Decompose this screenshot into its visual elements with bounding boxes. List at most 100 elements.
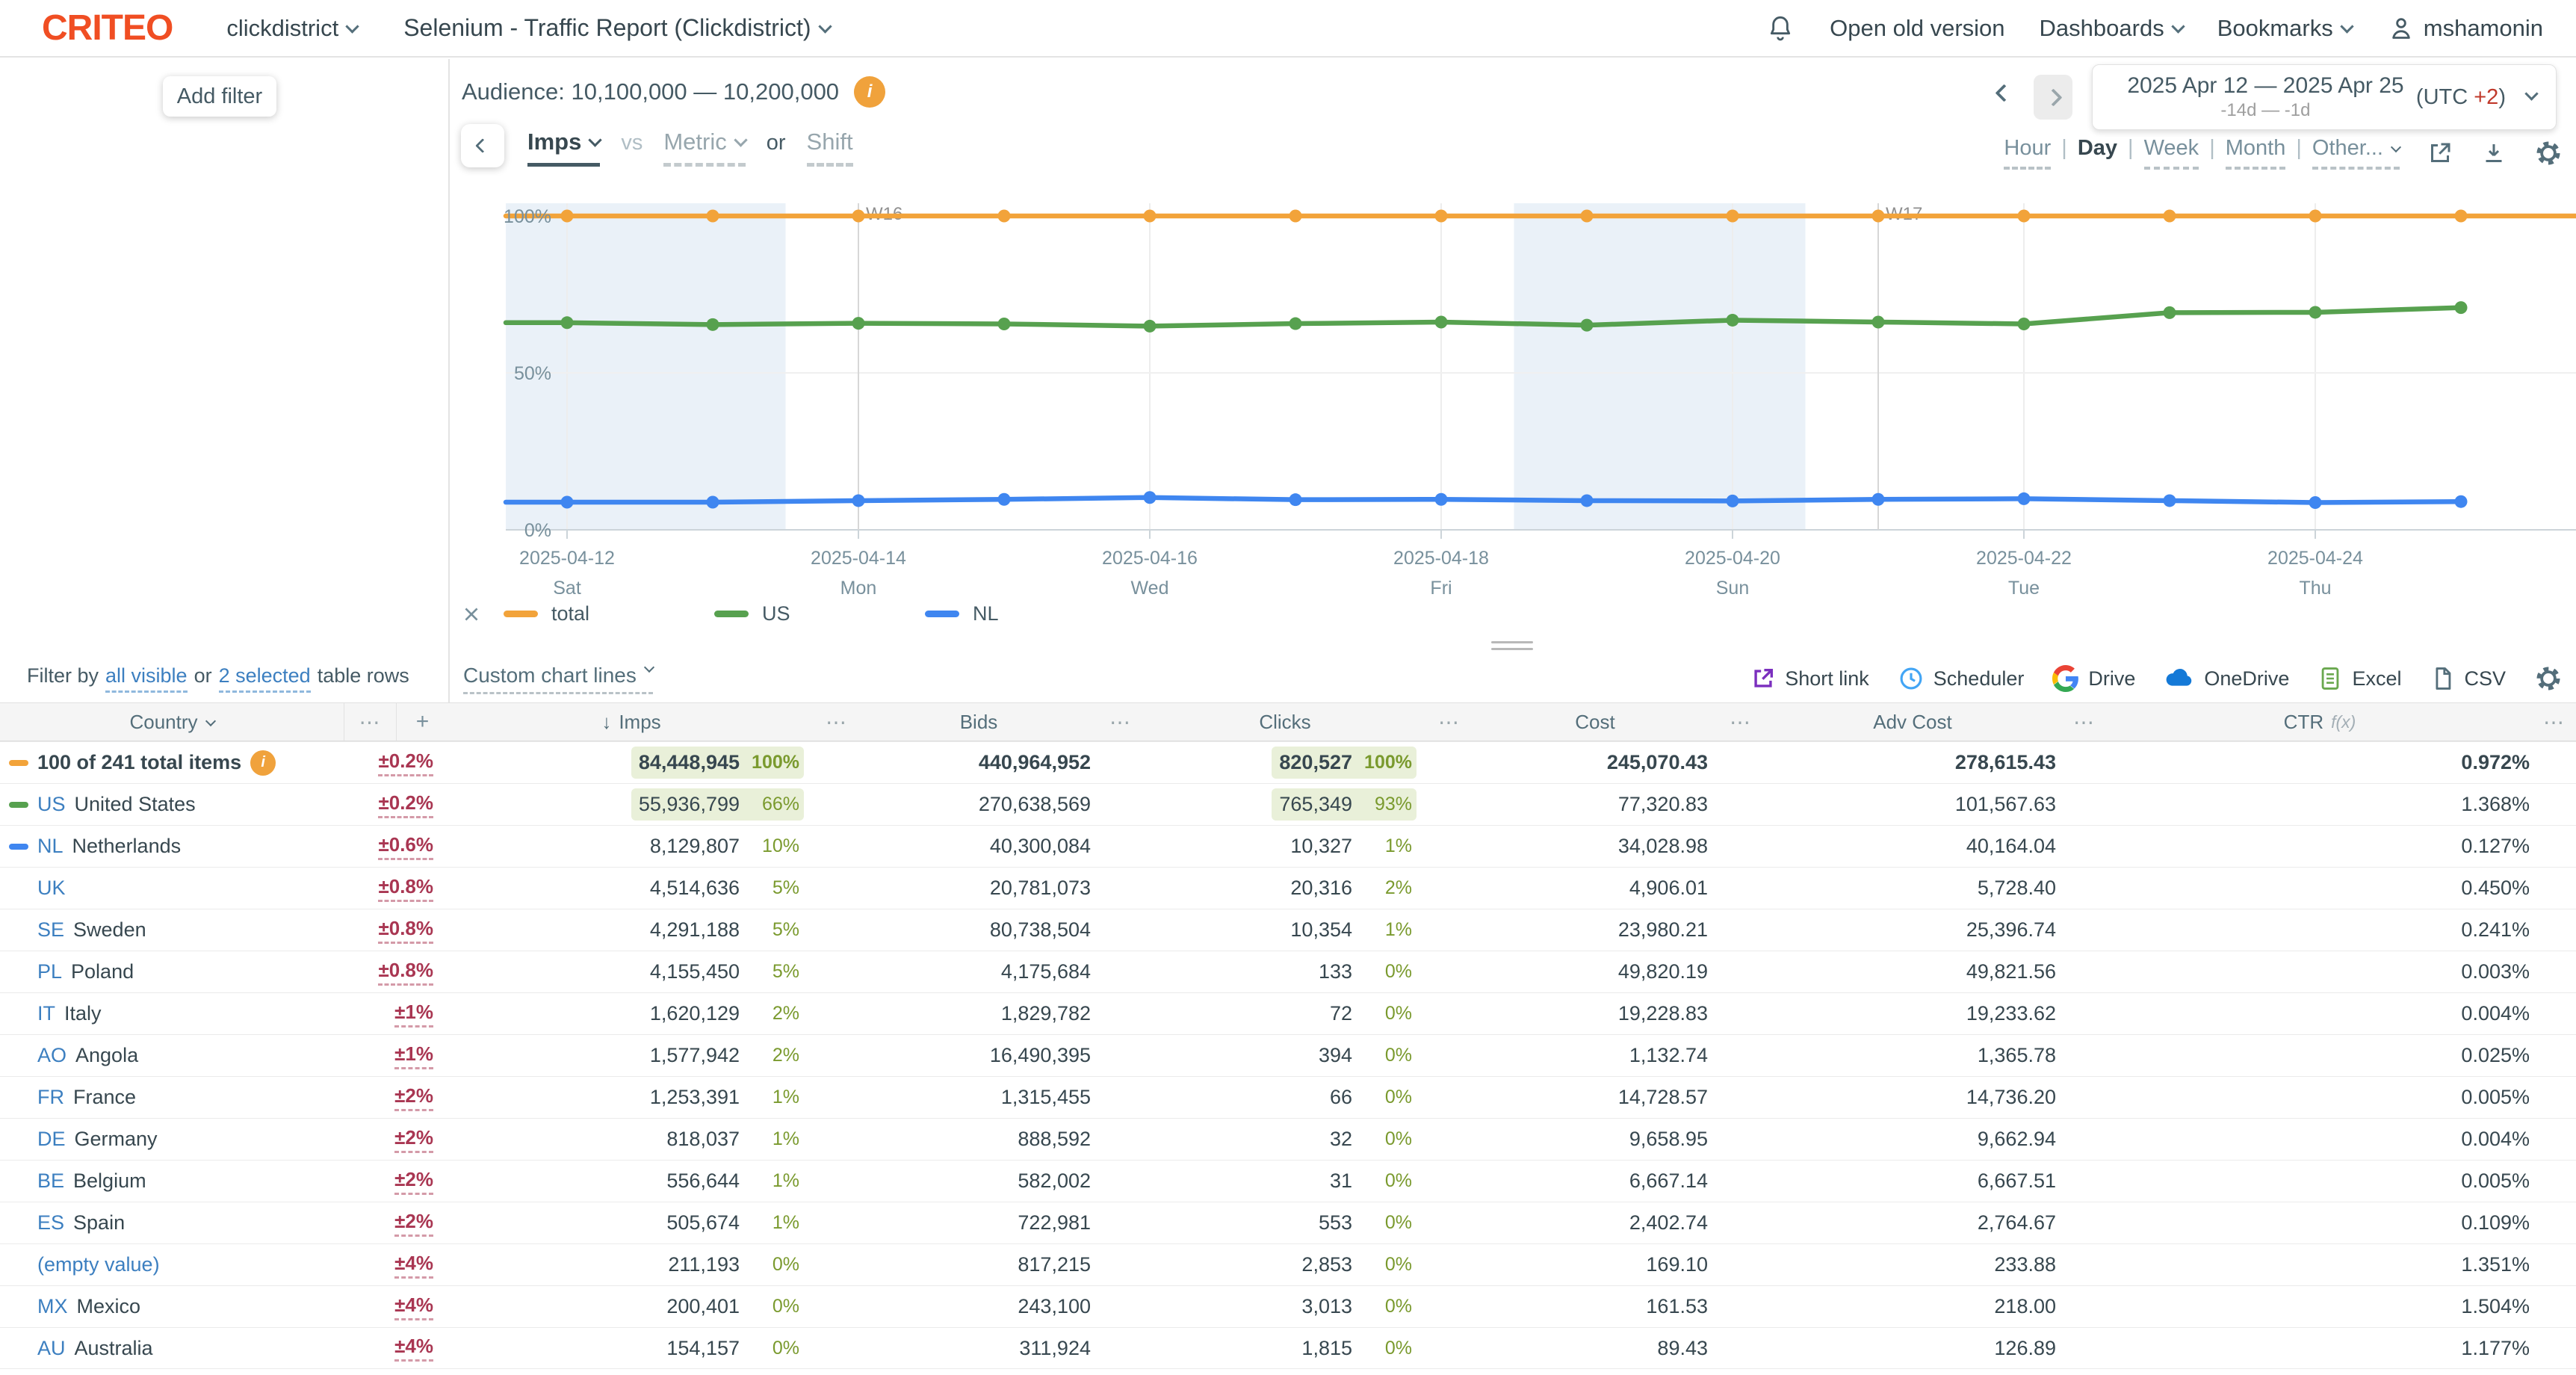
short-link-button[interactable]: Short link <box>1750 666 1869 691</box>
table-row[interactable]: UK±0.8%4,514,6365%20,781,07320,3162%4,90… <box>0 867 2576 909</box>
margin-of-error[interactable]: ±0.8% <box>378 917 433 944</box>
download-chart-icon[interactable] <box>2480 140 2507 167</box>
column-header-imps[interactable]: ↓ Imps <box>448 703 814 741</box>
country-code-link[interactable]: BE <box>37 1169 64 1193</box>
excel-export-button[interactable]: Excel <box>2318 666 2401 691</box>
user-menu[interactable]: mshamonin <box>2386 13 2543 43</box>
custom-chart-lines-select[interactable]: Custom chart lines <box>463 664 653 694</box>
chart-settings-gear-icon[interactable] <box>2534 139 2563 167</box>
table-row[interactable]: DEGermany±2%818,0371%888,592320%9,658.95… <box>0 1118 2576 1160</box>
granularity-other[interactable]: Other... <box>2312 136 2400 170</box>
column-header-adv-cost[interactable]: Adv Cost <box>1763 703 2062 741</box>
compare-metric-select[interactable]: Metric <box>663 129 745 167</box>
margin-of-error[interactable]: ±1% <box>394 1001 433 1028</box>
date-prev-button[interactable] <box>1998 87 2010 103</box>
adv-cost-column-menu[interactable]: ⋯ <box>2062 703 2107 741</box>
column-header-bids[interactable]: Bids <box>859 703 1098 741</box>
margin-of-error[interactable]: ±2% <box>394 1126 433 1153</box>
margin-of-error[interactable]: ±2% <box>394 1084 433 1111</box>
column-header-country[interactable]: Country <box>0 703 344 741</box>
margin-of-error[interactable]: ±4% <box>394 1294 433 1320</box>
notifications-bell-icon[interactable] <box>1765 13 1795 43</box>
margin-of-error[interactable]: ±1% <box>394 1042 433 1069</box>
onedrive-button[interactable]: OneDrive <box>2164 663 2289 694</box>
country-code-link[interactable]: UK <box>37 877 66 900</box>
country-code-link[interactable]: NL <box>37 835 64 858</box>
table-row[interactable]: FRFrance±2%1,253,3911%1,315,455660%14,72… <box>0 1076 2576 1118</box>
add-filter-button[interactable]: Add filter <box>163 76 276 117</box>
table-row[interactable]: (empty value)±4%211,1930%817,2152,8530%1… <box>0 1243 2576 1285</box>
report-title-selector[interactable]: Selenium - Traffic Report (Clickdistrict… <box>403 14 829 42</box>
bids-column-menu[interactable]: ⋯ <box>1098 703 1143 741</box>
margin-of-error[interactable]: ±0.2% <box>378 791 433 818</box>
legend-close-icon[interactable] <box>462 605 504 624</box>
legend-item-nl[interactable]: NL <box>925 602 1136 625</box>
table-row[interactable]: 100 of 241 total itemsi±0.2%84,448,94510… <box>0 741 2576 783</box>
table-row[interactable]: BEBelgium±2%556,6441%582,002310%6,667.14… <box>0 1160 2576 1202</box>
margin-of-error[interactable]: ±2% <box>394 1168 433 1195</box>
filter-all-visible-link[interactable]: all visible <box>105 664 188 693</box>
country-column-menu[interactable]: ⋯ <box>344 703 396 741</box>
table-row[interactable]: SESweden±0.8%4,291,1885%80,738,50410,354… <box>0 909 2576 951</box>
column-header-cost[interactable]: Cost <box>1472 703 1718 741</box>
granularity-hour[interactable]: Hour <box>2004 136 2051 170</box>
legend-item-total[interactable]: total <box>504 602 714 625</box>
date-next-button[interactable] <box>2034 75 2072 120</box>
primary-metric-select[interactable]: Imps <box>527 129 600 167</box>
table-row[interactable]: AUAustralia±4%154,1570%311,9241,8150%89.… <box>0 1327 2576 1369</box>
dashboards-menu[interactable]: Dashboards <box>2040 15 2183 42</box>
open-old-version-link[interactable]: Open old version <box>1830 15 2004 42</box>
country-code-link[interactable]: US <box>37 793 66 816</box>
margin-of-error[interactable]: ±4% <box>394 1252 433 1279</box>
date-range-picker[interactable]: 2025 Apr 12 — 2025 Apr 25 -14d — -1d (UT… <box>2092 64 2557 130</box>
margin-of-error[interactable]: ±0.6% <box>378 833 433 860</box>
ctr-column-menu[interactable]: ⋯ <box>2533 703 2576 741</box>
table-row[interactable]: ESSpain±2%505,6741%722,9815530%2,402.742… <box>0 1202 2576 1243</box>
table-row[interactable]: NLNetherlands±0.6%8,129,80710%40,300,084… <box>0 825 2576 867</box>
legend-item-us[interactable]: US <box>714 602 925 625</box>
country-code-link[interactable]: MX <box>37 1295 68 1318</box>
add-column-button[interactable]: + <box>396 703 448 741</box>
scheduler-button[interactable]: Scheduler <box>1898 665 2025 692</box>
csv-export-button[interactable]: CSV <box>2430 666 2506 691</box>
table-row[interactable]: ITItaly±1%1,620,1292%1,829,782720%19,228… <box>0 992 2576 1034</box>
country-code-link[interactable]: AU <box>37 1337 66 1360</box>
account-selector[interactable]: clickdistrict <box>226 15 357 42</box>
margin-of-error[interactable]: ±0.8% <box>378 959 433 986</box>
column-header-ctr[interactable]: CTRf(x) <box>2107 703 2533 741</box>
filter-selected-link[interactable]: 2 selected <box>219 664 311 693</box>
granularity-month[interactable]: Month <box>2226 136 2286 170</box>
shift-select[interactable]: Shift <box>807 129 853 167</box>
criteo-logo[interactable]: CRITEO <box>42 7 173 49</box>
chart-resize-handle[interactable] <box>1491 641 1533 655</box>
margin-of-error[interactable]: ±0.8% <box>378 875 433 902</box>
audience-info-icon[interactable]: i <box>854 76 885 108</box>
total-info-icon[interactable]: i <box>250 750 276 776</box>
clicks-column-menu[interactable]: ⋯ <box>1427 703 1472 741</box>
google-drive-button[interactable]: Drive <box>2052 665 2135 692</box>
country-code-link[interactable]: AO <box>37 1044 66 1067</box>
column-header-clicks[interactable]: Clicks <box>1143 703 1427 741</box>
granularity-week[interactable]: Week <box>2144 136 2199 170</box>
chart-collapse-button[interactable] <box>461 124 504 167</box>
imps-column-menu[interactable]: ⋯ <box>814 703 859 741</box>
table-row[interactable]: PLPoland±0.8%4,155,4505%4,175,6841330%49… <box>0 951 2576 992</box>
table-row[interactable]: USUnited States±0.2%55,936,79966%270,638… <box>0 783 2576 825</box>
country-code-link[interactable]: ES <box>37 1211 64 1235</box>
cost-column-menu[interactable]: ⋯ <box>1718 703 1763 741</box>
margin-of-error[interactable]: ±0.2% <box>378 750 433 776</box>
country-code-link[interactable]: PL <box>37 960 62 983</box>
table-settings-gear-icon[interactable] <box>2534 664 2563 693</box>
table-row[interactable]: AOAngola±1%1,577,9422%16,490,3953940%1,1… <box>0 1034 2576 1076</box>
country-code-link[interactable]: DE <box>37 1128 66 1151</box>
bookmarks-menu[interactable]: Bookmarks <box>2217 15 2352 42</box>
open-in-new-icon[interactable] <box>2427 140 2453 167</box>
country-code-link[interactable]: SE <box>37 918 64 942</box>
margin-of-error[interactable]: ±2% <box>394 1210 433 1237</box>
country-code-link[interactable]: (empty value) <box>37 1253 160 1276</box>
table-row[interactable]: MXMexico±4%200,4010%243,1003,0130%161.53… <box>0 1285 2576 1327</box>
granularity-day[interactable]: Day <box>2078 136 2117 161</box>
margin-of-error[interactable]: ±4% <box>394 1335 433 1362</box>
country-code-link[interactable]: IT <box>37 1002 55 1025</box>
country-code-link[interactable]: FR <box>37 1086 64 1109</box>
